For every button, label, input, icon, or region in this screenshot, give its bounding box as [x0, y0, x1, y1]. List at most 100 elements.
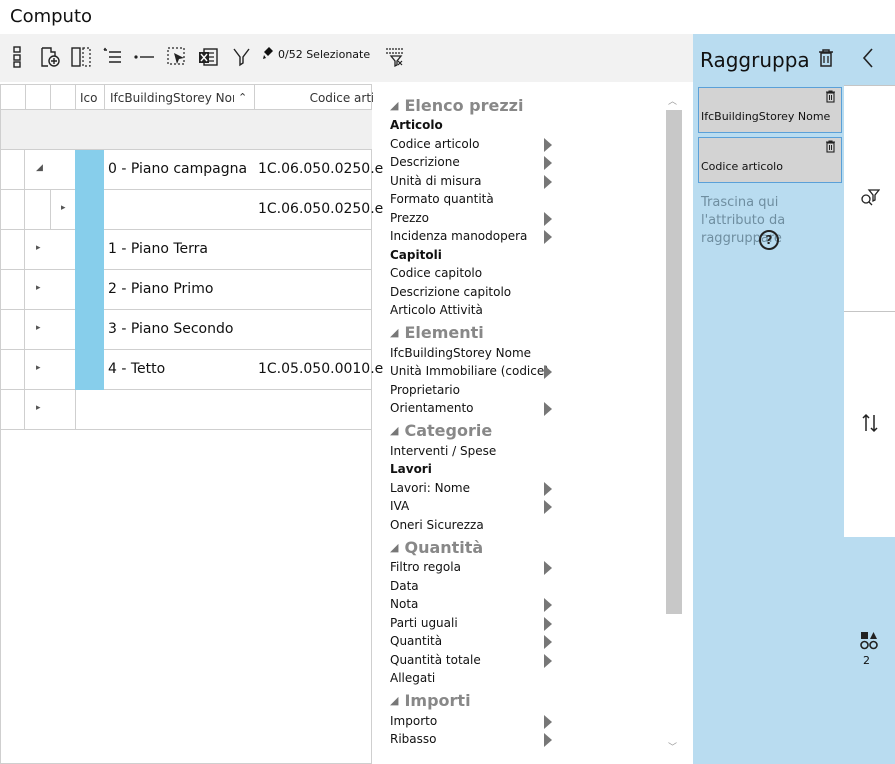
collapse-icon[interactable] — [131, 44, 157, 70]
table-row[interactable]: ◢ 0 - Piano campagna 1C.06.050.0250.e — [1, 150, 383, 190]
attribute-item[interactable]: Interventi / Spese — [390, 442, 660, 461]
attribute-item[interactable]: Proprietario — [390, 381, 660, 400]
expand-arrow-icon[interactable]: ▸ — [36, 323, 41, 333]
header-codice[interactable]: Codice articolo — [255, 85, 373, 110]
submenu-arrow-icon[interactable] — [544, 156, 552, 170]
header-ico[interactable]: Ico — [76, 85, 105, 110]
attribute-item[interactable]: IVA — [390, 497, 660, 516]
add-document-icon[interactable] — [38, 44, 62, 70]
collapse-triangle-icon[interactable]: ◢ — [390, 99, 398, 112]
attribute-item[interactable]: Nota — [390, 595, 660, 614]
filter-settings-icon[interactable] — [383, 44, 407, 70]
submenu-arrow-icon[interactable] — [544, 174, 552, 189]
select-cursor-icon[interactable] — [165, 44, 189, 70]
submenu-arrow-icon[interactable] — [544, 402, 552, 416]
submenu-arrow-icon[interactable] — [544, 598, 552, 612]
attribute-item[interactable]: Articolo Attività — [390, 301, 660, 320]
sort-button[interactable] — [844, 312, 895, 538]
section-header[interactable]: ◢ Categorie — [390, 420, 660, 442]
columns-icon[interactable] — [69, 44, 93, 70]
attribute-scrollbar[interactable]: ︿ ﹀ — [665, 92, 683, 756]
chip-delete-icon[interactable] — [825, 140, 836, 156]
attribute-item[interactable]: Descrizione — [390, 153, 660, 172]
submenu-arrow-icon[interactable] — [544, 230, 552, 244]
filter-arrow-icon[interactable] — [229, 44, 253, 70]
group-chip-codice[interactable]: Codice articolo — [698, 137, 842, 183]
header-storey-name[interactable]: IfcBuildingStorey Nome ⌃ — [105, 85, 255, 110]
excel-icon[interactable] — [196, 44, 220, 70]
expand-arrow-icon[interactable]: ▸ — [36, 243, 41, 253]
attribute-item[interactable]: Prezzo — [390, 209, 660, 228]
section-header[interactable]: ◢ Elementi — [390, 322, 660, 344]
section-header[interactable]: ◢ Quantità — [390, 536, 660, 558]
row-indicator[interactable] — [1, 310, 25, 350]
attribute-item[interactable]: Filtro regola — [390, 558, 660, 577]
chip-delete-icon[interactable] — [825, 90, 836, 106]
scroll-up-icon[interactable]: ︿ — [668, 94, 677, 107]
row-indicator[interactable] — [1, 270, 25, 310]
expand-arrow-icon[interactable]: ▸ — [36, 403, 41, 413]
attribute-item[interactable]: Unità di misura — [390, 172, 660, 191]
header-expander[interactable] — [1, 85, 26, 110]
table-row[interactable]: ▸ 3 - Piano Secondo — [1, 310, 372, 350]
row-indicator[interactable] — [1, 230, 25, 270]
collapse-triangle-icon[interactable]: ◢ — [390, 424, 398, 437]
attribute-item[interactable]: Unità Immobiliare (codice) — [390, 362, 660, 381]
group-chip-storey[interactable]: IfcBuildingStorey Nome — [698, 87, 842, 133]
attribute-item[interactable]: Orientamento — [390, 399, 660, 418]
scroll-thumb[interactable] — [666, 110, 682, 614]
filter-row[interactable] — [1, 110, 372, 150]
attribute-item[interactable]: Incidenza manodopera — [390, 227, 660, 246]
collapse-triangle-icon[interactable]: ◢ — [390, 326, 398, 339]
header-expander-2[interactable] — [26, 85, 51, 110]
submenu-arrow-icon[interactable] — [544, 481, 552, 496]
row-indicator[interactable] — [1, 190, 25, 230]
trash-icon[interactable] — [817, 48, 835, 72]
attribute-item[interactable]: Oneri Sicurezza — [390, 516, 660, 535]
sort-list-icon[interactable] — [100, 44, 124, 70]
hierarchy-icon[interactable] — [8, 44, 26, 70]
table-row[interactable]: ▸ 2 - Piano Primo — [1, 270, 372, 310]
help-icon[interactable]: ? — [759, 230, 779, 250]
section-header[interactable]: ◢ Importi — [390, 690, 660, 712]
submenu-arrow-icon[interactable] — [544, 365, 552, 379]
attribute-item[interactable]: Descrizione capitolo — [390, 283, 660, 302]
collapse-triangle-icon[interactable]: ◢ — [390, 541, 398, 554]
table-row[interactable]: ▸ 1 - Piano Terra — [1, 230, 372, 270]
table-row[interactable]: ▸ 1C.06.050.0250.e — [1, 190, 383, 230]
selection-status[interactable]: 0/52 Selezionate — [262, 46, 370, 63]
expand-arrow-icon[interactable]: ▸ — [61, 203, 66, 213]
submenu-arrow-icon[interactable] — [544, 561, 552, 575]
attribute-item[interactable]: Quantità totale — [390, 651, 660, 670]
chevron-left-icon[interactable] — [861, 46, 875, 74]
grouping-shapes-icon[interactable] — [860, 631, 878, 655]
submenu-arrow-icon[interactable] — [544, 635, 552, 649]
collapse-arrow-icon[interactable]: ◢ — [36, 163, 43, 173]
scroll-down-icon[interactable]: ﹀ — [668, 740, 677, 753]
attribute-item[interactable]: Codice articolo — [390, 135, 660, 154]
attribute-item[interactable]: Parti uguali — [390, 614, 660, 633]
attribute-item[interactable]: Ribasso — [390, 730, 660, 749]
filter-group-button[interactable] — [844, 86, 895, 312]
table-row[interactable]: ▸ 4 - Tetto 1C.05.050.0010.e — [1, 350, 383, 390]
attribute-item[interactable]: Data — [390, 577, 660, 596]
collapse-triangle-icon[interactable]: ◢ — [390, 694, 398, 707]
submenu-arrow-icon[interactable] — [544, 137, 552, 152]
attribute-item[interactable]: IfcBuildingStorey Nome — [390, 344, 660, 363]
expand-arrow-icon[interactable]: ▸ — [36, 363, 41, 373]
submenu-arrow-icon[interactable] — [544, 211, 552, 226]
submenu-arrow-icon[interactable] — [544, 653, 552, 668]
row-indicator[interactable] — [1, 350, 25, 390]
row-indicator[interactable] — [1, 150, 25, 190]
attribute-item[interactable]: Allegati — [390, 669, 660, 688]
attribute-item[interactable]: Lavori: Nome — [390, 479, 660, 498]
submenu-arrow-icon[interactable] — [544, 714, 552, 729]
section-header[interactable]: ◢ Elenco prezzi — [390, 94, 660, 116]
table-row[interactable]: ▸ — [1, 390, 372, 430]
attribute-item[interactable]: Formato quantità — [390, 190, 660, 209]
attribute-item[interactable]: Quantità — [390, 632, 660, 651]
submenu-arrow-icon[interactable] — [544, 500, 552, 514]
attribute-item[interactable]: Codice capitolo — [390, 264, 660, 283]
expand-arrow-icon[interactable]: ▸ — [36, 283, 41, 293]
submenu-arrow-icon[interactable] — [544, 616, 552, 631]
